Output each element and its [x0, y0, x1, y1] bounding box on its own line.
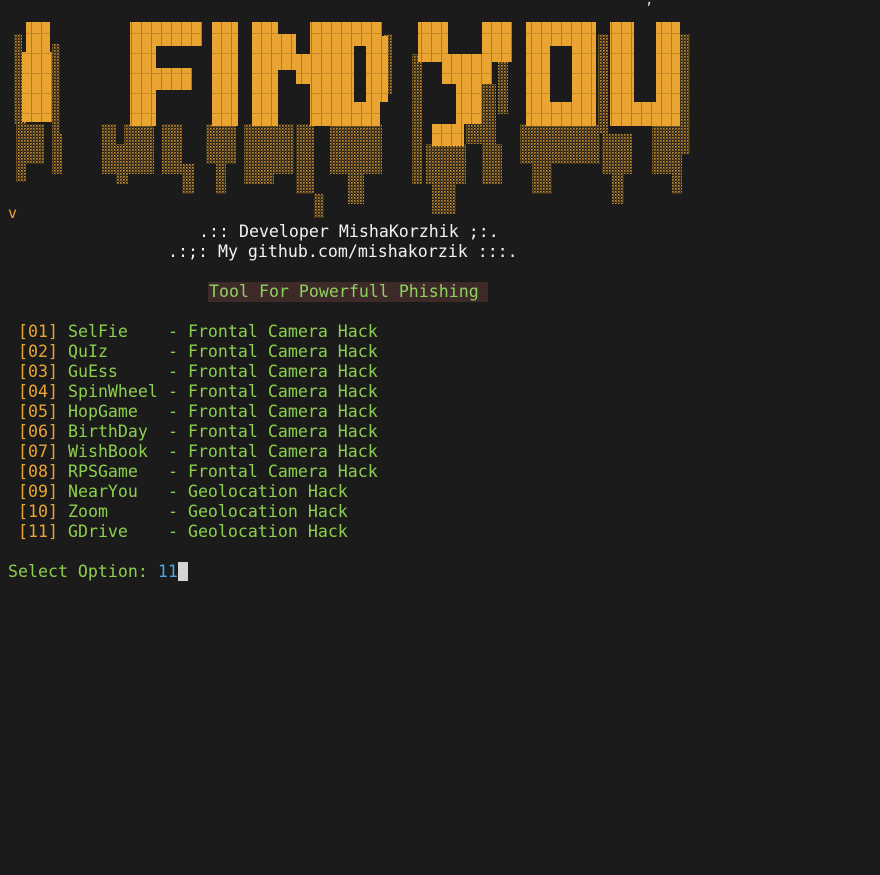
option-number: [07] — [18, 442, 58, 461]
option-number: [05] — [18, 402, 58, 421]
option-number: [04] — [18, 382, 58, 401]
prompt-label: Select Option: — [8, 562, 158, 581]
option-description: - Geolocation Hack — [167, 482, 348, 501]
option-name: SelFie — [67, 322, 128, 341]
option-number: [09] — [18, 482, 58, 501]
option-number: [10] — [18, 502, 58, 521]
menu-option-05: [05] HopGame - Frontal Camera Hack — [18, 402, 378, 422]
option-menu: [01] SelFie - Frontal Camera Hack [02] Qu… — [18, 322, 378, 542]
option-name: Zoom — [67, 502, 108, 521]
banner-logo — [14, 22, 690, 218]
option-name: WishBook — [67, 442, 148, 461]
option-number: [01] — [18, 322, 58, 341]
option-number: [03] — [18, 362, 58, 381]
menu-option-01: [01] SelFie - Frontal Camera Hack — [18, 322, 378, 342]
option-name: GDrive — [67, 522, 128, 541]
option-description: - Frontal Camera Hack — [167, 442, 378, 461]
tagline: Tool For Powerfull Phishing — [208, 282, 488, 302]
option-number: [11] — [18, 522, 58, 541]
option-description: - Frontal Camera Hack — [167, 462, 378, 481]
developer-credit: .:: Developer MishaKorzhik ;:. — [199, 222, 499, 241]
option-description: - Frontal Camera Hack — [167, 322, 378, 341]
option-name: SpinWheel — [67, 382, 158, 401]
option-number: [06] — [18, 422, 58, 441]
option-name: BirthDay — [67, 422, 148, 441]
menu-option-04: [04] SpinWheel - Frontal Camera Hack — [18, 382, 378, 402]
terminal-window: , v .:: Developer MishaKorzhik ;:. .:;: … — [0, 0, 880, 875]
option-description: - Frontal Camera Hack — [167, 342, 378, 361]
ascii-banner — [12, 14, 712, 224]
menu-option-09: [09] NearYou - Geolocation Hack — [18, 482, 378, 502]
text-cursor — [177, 562, 188, 581]
option-number: [02] — [18, 342, 58, 361]
menu-option-06: [06] BirthDay - Frontal Camera Hack — [18, 422, 378, 442]
option-prompt[interactable]: Select Option: 11 — [8, 562, 188, 582]
option-description: - Frontal Camera Hack — [167, 402, 378, 421]
option-name: GuEss — [67, 362, 118, 381]
banner-trail-char: v — [8, 204, 18, 222]
option-name: QuIz — [67, 342, 108, 361]
option-name: HopGame — [67, 402, 138, 421]
menu-option-11: [11] GDrive - Geolocation Hack — [18, 522, 378, 542]
menu-option-10: [10] Zoom - Geolocation Hack — [18, 502, 378, 522]
option-description: - Frontal Camera Hack — [167, 362, 378, 381]
option-name: RPSGame — [67, 462, 138, 481]
prompt-input-value[interactable]: 11 — [158, 562, 178, 581]
menu-option-02: [02] QuIz - Frontal Camera Hack — [18, 342, 378, 362]
option-number: [08] — [18, 462, 58, 481]
option-name: NearYou — [67, 482, 138, 501]
option-description: - Geolocation Hack — [167, 502, 348, 521]
menu-option-03: [03] GuEss - Frontal Camera Hack — [18, 362, 378, 382]
option-description: - Geolocation Hack — [167, 522, 348, 541]
option-description: - Frontal Camera Hack — [167, 422, 378, 441]
github-credit: .:;: My github.com/mishakorzik :::. — [168, 242, 518, 261]
menu-option-07: [07] WishBook - Frontal Camera Hack — [18, 442, 378, 462]
option-description: - Frontal Camera Hack — [167, 382, 378, 401]
menu-option-08: [08] RPSGame - Frontal Camera Hack — [18, 462, 378, 482]
stray-character: , — [645, 0, 654, 8]
